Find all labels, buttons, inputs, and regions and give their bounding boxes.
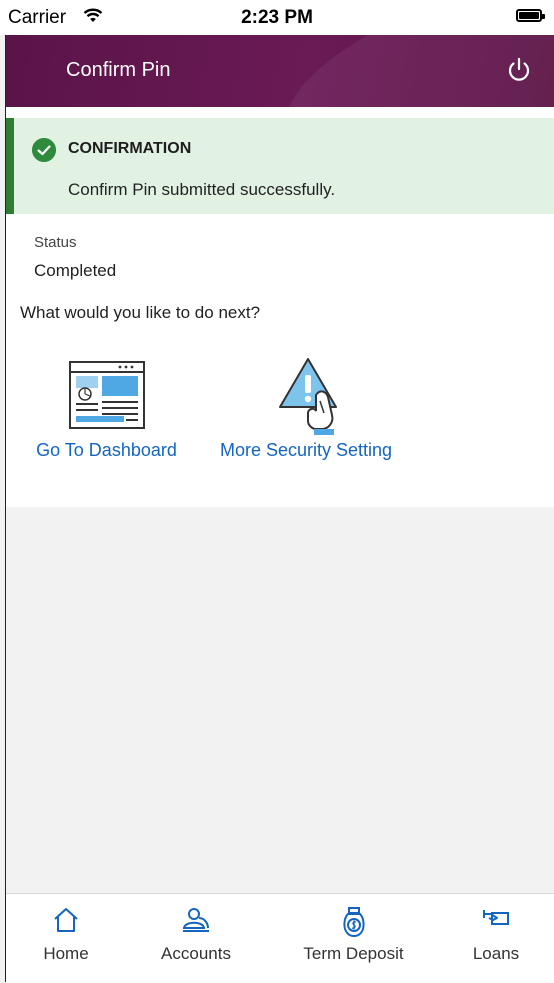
- next-prompt: What would you like to do next?: [20, 303, 261, 322]
- security-warning-icon: [279, 358, 337, 435]
- status-bar: Carrier 2:23 PM: [0, 0, 554, 35]
- tab-home[interactable]: Home: [16, 894, 116, 983]
- power-icon[interactable]: [504, 55, 534, 85]
- accounts-icon: [182, 908, 209, 932]
- status-value: Completed: [34, 261, 117, 280]
- confirmation-message: Confirm Pin submitted successfully.: [68, 180, 336, 199]
- confirmation-heading: CONFIRMATION: [68, 140, 192, 157]
- check-circle-icon: [32, 138, 56, 162]
- content-area: CONFIRMATION Confirm Pin submitted succe…: [6, 107, 554, 507]
- more-security-setting-label: More Security Setting: [219, 440, 393, 460]
- status-label: Status: [34, 234, 77, 251]
- tab-term-deposit-label: Term Deposit: [303, 944, 404, 963]
- tab-home-label: Home: [43, 944, 89, 963]
- loan-hand-icon: [483, 910, 509, 925]
- go-to-dashboard-label: Go To Dashboard: [36, 440, 177, 460]
- tab-accounts-label: Accounts: [161, 944, 231, 963]
- app-header: Confirm Pin: [6, 35, 554, 107]
- battery-icon: [516, 9, 545, 22]
- dashboard-icon: [69, 361, 145, 429]
- tab-loans-label: Loans: [472, 944, 520, 963]
- page-title: Confirm Pin: [66, 59, 171, 81]
- tab-loans[interactable]: Loans: [446, 894, 546, 983]
- confirmation-banner: CONFIRMATION Confirm Pin submitted succe…: [6, 118, 554, 214]
- tab-accounts[interactable]: Accounts: [141, 894, 251, 983]
- clock: 2:23 PM: [241, 7, 313, 28]
- home-icon: [54, 908, 78, 932]
- money-bag-icon: [342, 907, 365, 938]
- bottom-tab-bar: Home Accounts Term Deposit Loans: [6, 893, 554, 983]
- tab-term-deposit[interactable]: Term Deposit: [281, 894, 426, 983]
